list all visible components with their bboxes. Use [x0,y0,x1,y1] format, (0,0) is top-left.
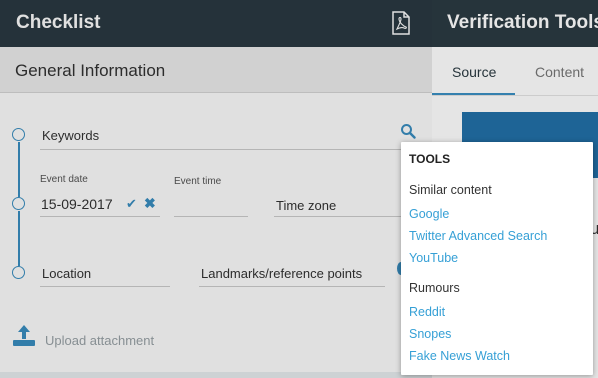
group-title-rumours: Rumours [409,281,460,295]
checklist-header: Checklist [0,0,432,47]
tool-link-reddit[interactable]: Reddit [409,305,445,319]
event-date-label: Event date [40,174,88,185]
section-general-information[interactable]: General Information [0,47,432,93]
verification-tools-header: Verification Tools [432,0,598,47]
event-date-underline [40,216,160,217]
close-icon[interactable]: ✖ [144,195,156,212]
timeline-connector [18,211,20,266]
tool-link-twitter-advanced-search[interactable]: Twitter Advanced Search [409,229,547,243]
search-icon[interactable] [400,123,416,139]
keywords-underline [40,149,416,150]
upload-icon[interactable] [12,323,36,347]
tabs-bar: Source Content [432,47,598,96]
tab-source[interactable]: Source [452,64,496,80]
event-date-input[interactable]: 15-09-2017 [41,196,113,212]
check-icon[interactable]: ✔ [126,196,137,212]
group-title-similar-content: Similar content [409,183,492,197]
tab-content[interactable]: Content [535,64,584,80]
tools-dropdown: TOOLS Similar content Google Twitter Adv… [401,142,593,375]
landmarks-underline [199,286,385,287]
time-zone-select[interactable]: Time zone [276,198,336,213]
timeline-connector [18,142,20,197]
checklist-title: Checklist [16,12,101,33]
active-tab-indicator [432,93,515,95]
tool-link-snopes[interactable]: Snopes [409,327,451,341]
tools-heading: TOOLS [409,152,451,166]
timeline-step-2 [12,197,25,210]
keywords-input[interactable]: Keywords [42,128,99,143]
verification-tools-title: Verification Tools [447,12,598,33]
location-input[interactable]: Location [42,266,91,281]
left-panel-footer-strip [0,372,432,378]
section-title: General Information [15,61,166,80]
time-zone-underline [274,216,402,217]
tool-link-fake-news-watch[interactable]: Fake News Watch [409,349,510,363]
location-underline [40,286,170,287]
tool-link-youtube[interactable]: YouTube [409,251,458,265]
timeline-step-3 [12,266,25,279]
event-time-label: Event time [174,176,222,187]
timeline-step-1 [12,128,25,141]
tool-link-google[interactable]: Google [409,207,449,221]
upload-attachment-button[interactable]: Upload attachment [45,333,154,348]
event-time-input[interactable] [174,216,248,217]
checklist-panel: Checklist General Information Keywords E… [0,0,432,378]
landmarks-input[interactable]: Landmarks/reference points [201,266,362,281]
pdf-icon[interactable] [390,11,412,35]
